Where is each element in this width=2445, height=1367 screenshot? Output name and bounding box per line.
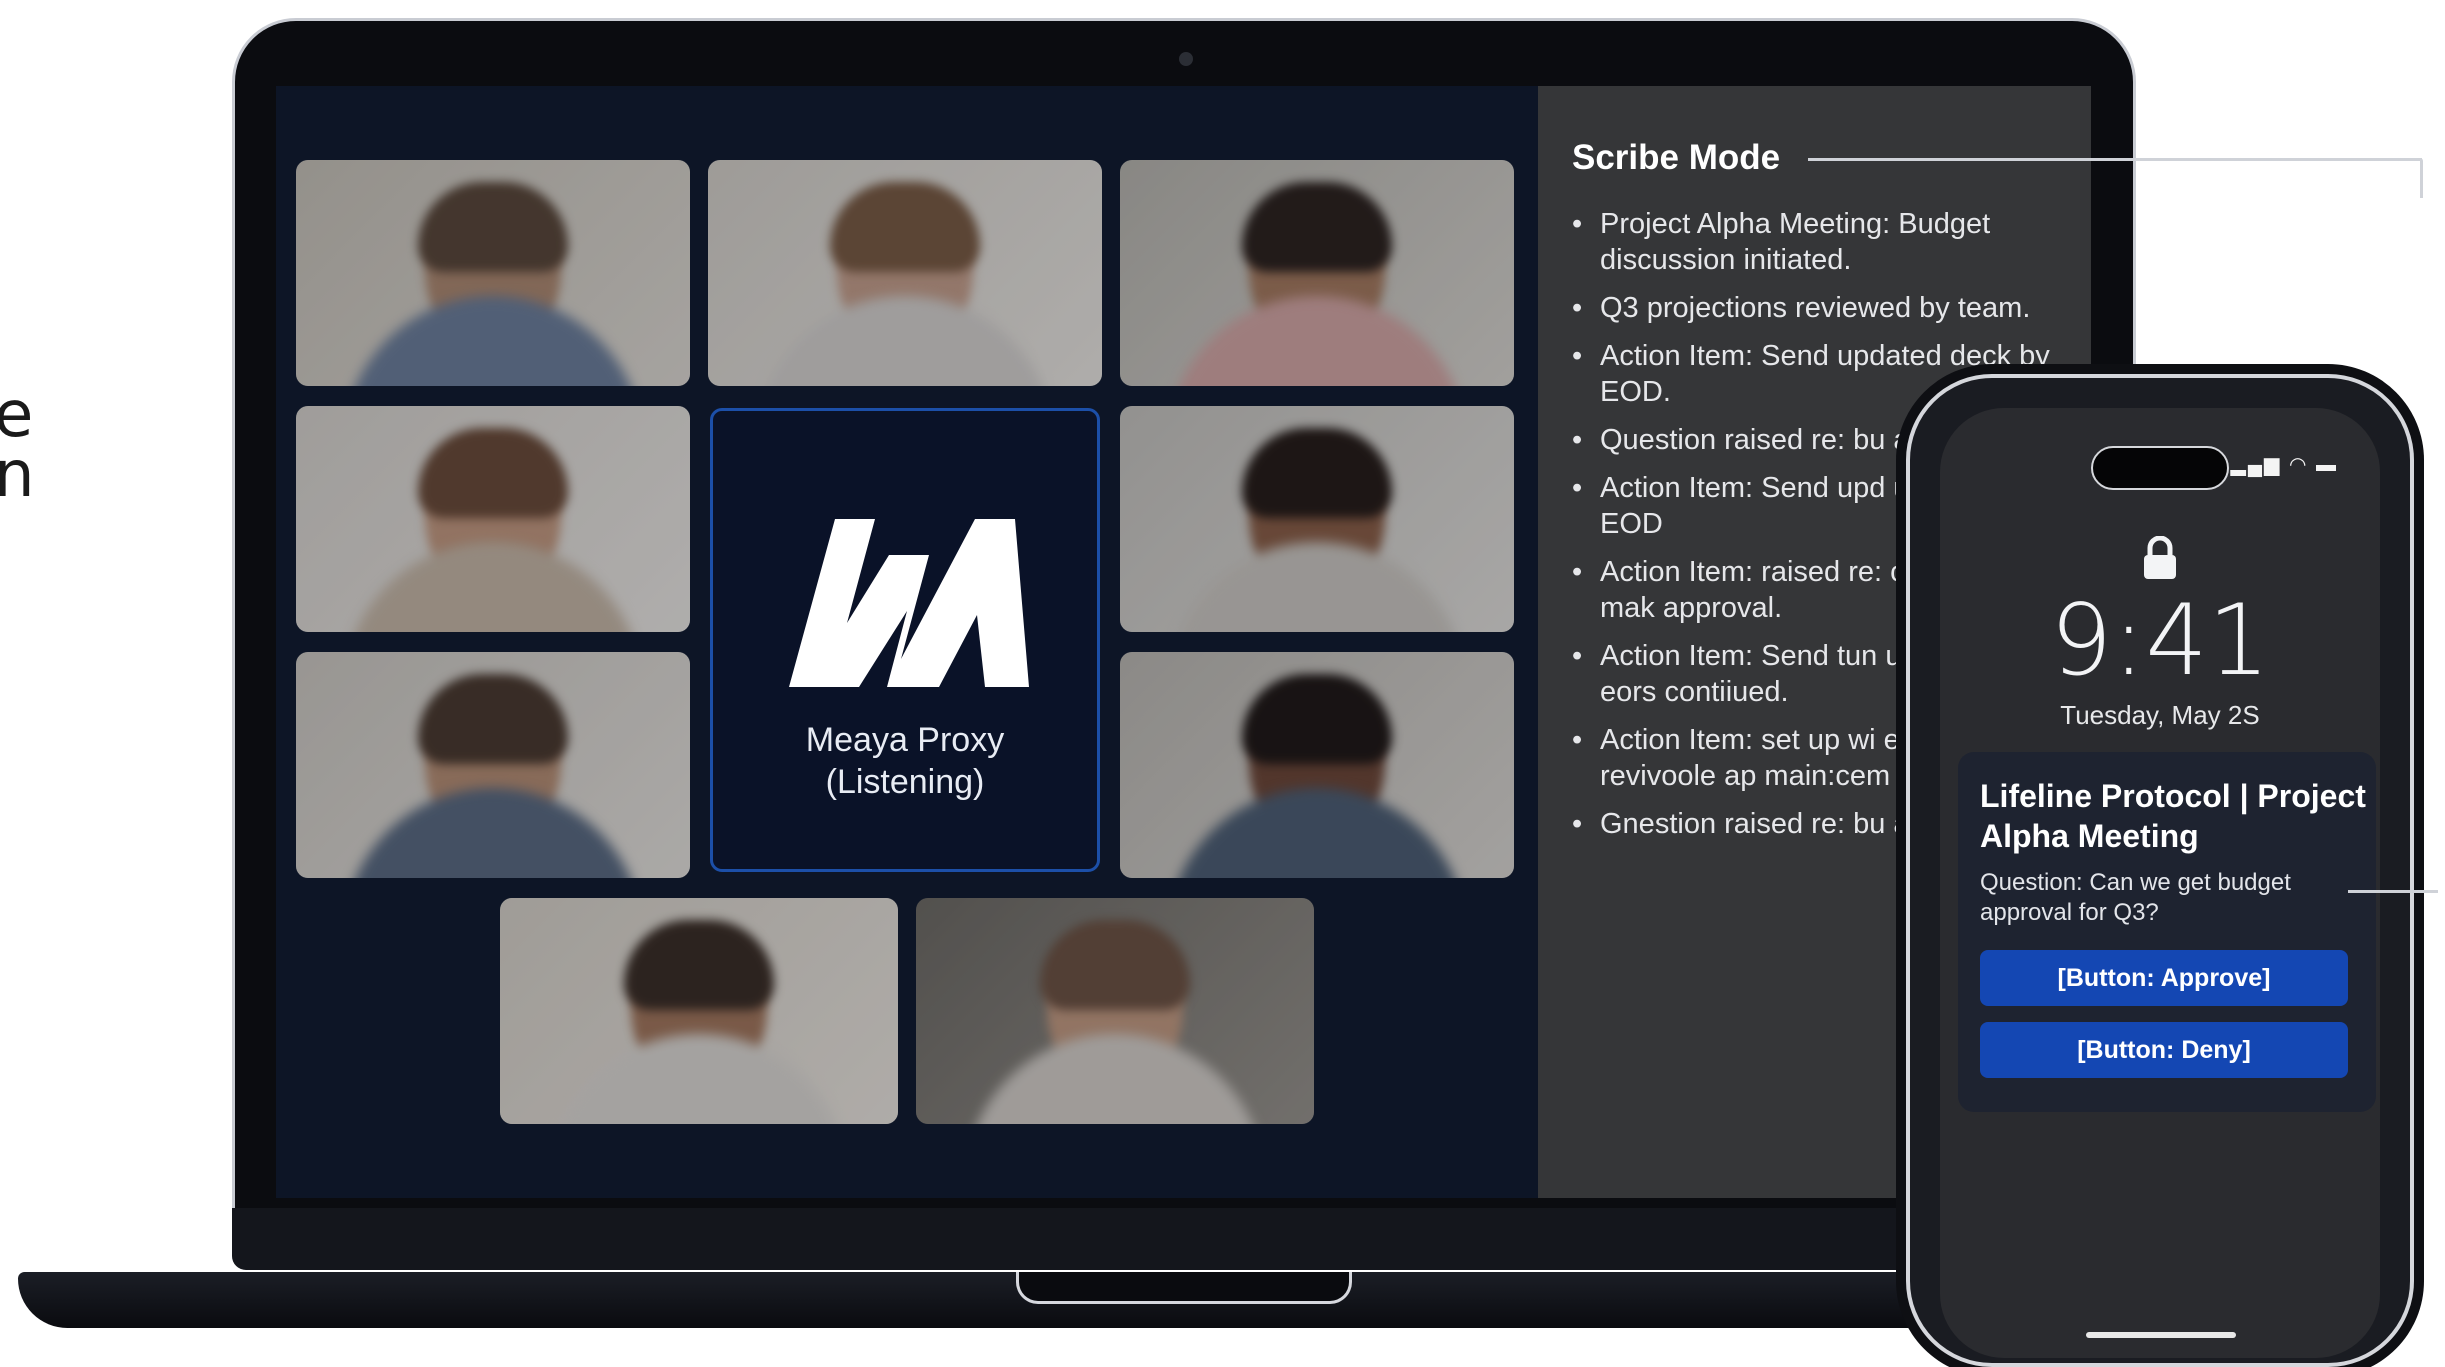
- laptop-opening-notch: [1016, 1272, 1352, 1304]
- home-indicator[interactable]: [2086, 1332, 2236, 1338]
- battery-icon: ▬: [2316, 454, 2338, 476]
- callout-connector-end: [2420, 158, 2423, 198]
- notification-card[interactable]: Lifeline Protocol | Project Alpha Meetin…: [1958, 752, 2376, 1112]
- video-tile-participant-6[interactable]: [296, 652, 690, 878]
- wifi-icon: ◠: [2288, 454, 2309, 476]
- laptop-chin: [232, 1208, 2136, 1270]
- deny-button[interactable]: [Button: Deny]: [1980, 1022, 2348, 1078]
- notification-title: Lifeline Protocol | Project Alpha Meetin…: [1980, 778, 2366, 854]
- meaya-logo-icon: [789, 519, 1029, 687]
- video-tile-participant-5[interactable]: [1120, 406, 1514, 632]
- video-tile-participant-9[interactable]: [916, 898, 1314, 1124]
- video-tile-participant-7[interactable]: [1120, 652, 1514, 878]
- notification-body: Question: Can we get budget approval for…: [1980, 869, 2291, 926]
- scribe-title: Scribe Mode: [1572, 138, 1781, 177]
- phone-frame: ▂▄▆ ◠ ▬ 9:41 Tuesday, May 2S Lifeline Pr…: [1906, 374, 2414, 1367]
- video-tile-participant-8[interactable]: [500, 898, 898, 1124]
- lock-icon: [2144, 536, 2176, 579]
- proxy-video-tile[interactable]: Meaya Proxy (Listening): [710, 408, 1100, 872]
- callout-connector: [1808, 158, 2422, 161]
- side-caption-fragment-2: n: [0, 438, 35, 512]
- dynamic-island: [2091, 446, 2229, 490]
- approve-button[interactable]: [Button: Approve]: [1980, 950, 2348, 1006]
- phone-lock-screen: ▂▄▆ ◠ ▬ 9:41 Tuesday, May 2S Lifeline Pr…: [1940, 408, 2380, 1358]
- video-tile-participant-4[interactable]: [296, 406, 690, 632]
- signal-icon: ▂▄▆: [2230, 454, 2282, 476]
- notification-callout-connector: [2348, 890, 2438, 893]
- video-tile-participant-1[interactable]: [296, 160, 690, 386]
- scribe-note: Project Alpha Meeting: Budget discussion…: [1572, 206, 2120, 278]
- scribe-note: Q3 projections reviewed by team.: [1572, 290, 2120, 326]
- lock-screen-date: Tuesday, May 2S: [2060, 700, 2260, 730]
- video-tile-participant-2[interactable]: [708, 160, 1102, 386]
- camera-icon: [1179, 52, 1193, 66]
- status-bar-icons: ▂▄▆ ◠ ▬: [2230, 452, 2338, 477]
- video-tile-participant-3[interactable]: [1120, 160, 1514, 386]
- lock-screen-time: 9:41: [2049, 584, 2271, 698]
- proxy-name-label: Meaya Proxy (Listening): [805, 721, 1005, 801]
